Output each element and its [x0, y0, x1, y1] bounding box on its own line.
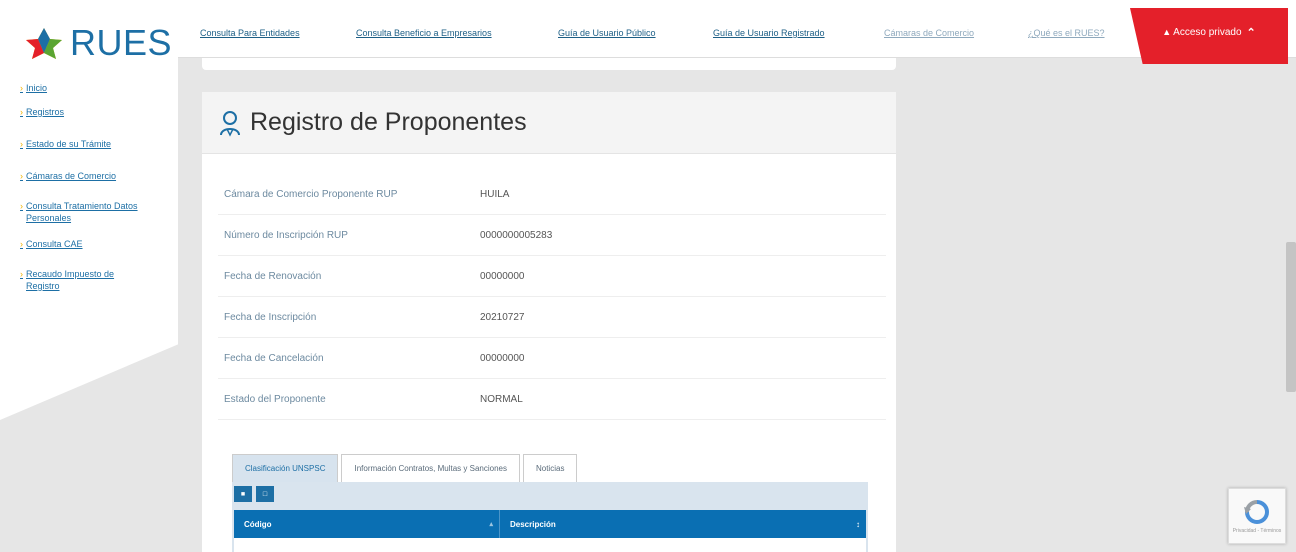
detail-row: Estado del Proponente NORMAL — [218, 379, 886, 420]
sidebar-item-inicio[interactable]: › Inicio — [20, 82, 170, 94]
chevron-right-icon: › — [20, 139, 23, 149]
sidebar-item-label: Registros — [26, 107, 65, 117]
row-value: 00000000 — [480, 352, 525, 364]
chevron-right-icon: › — [20, 171, 23, 181]
row-label: Fecha de Renovación — [224, 270, 322, 282]
private-access-button[interactable]: ▲ Acceso privado ⌃ — [1130, 8, 1288, 64]
column-label: Código — [244, 519, 272, 529]
chevron-up-icon: ⌃ — [1246, 26, 1256, 39]
grid-export-button[interactable]: □ — [256, 486, 274, 502]
sidebar-item-estado[interactable]: › Estado de su Trámite — [20, 138, 170, 150]
sidebar-item-cae[interactable]: › Consulta CAE — [20, 238, 170, 250]
row-value: 0000000005283 — [480, 229, 553, 241]
logo-text: RUES — [70, 22, 173, 63]
tab-panel: ■ □ Código ▴ Descripción ↕ — [232, 482, 868, 552]
sidebar-item-label: Recaudo Impuesto de Registro — [26, 269, 115, 291]
nav-que-es-rues[interactable]: ¿Qué es el RUES? — [1028, 28, 1105, 38]
sidebar-nav: › Inicio › Registros › Estado de su Trámite… — [20, 82, 170, 300]
sidebar-item-registros[interactable]: › Registros — [20, 106, 170, 118]
sidebar-item-label: Cámaras de Comercio — [26, 171, 117, 181]
page-scrollbar[interactable] — [1286, 242, 1296, 392]
row-value: 20210727 — [480, 311, 525, 323]
grid-header: Código ▴ Descripción ↕ — [234, 510, 866, 538]
tab-informacion-contratos[interactable]: Información Contratos, Multas y Sancione… — [341, 454, 520, 482]
table-row — [234, 538, 866, 552]
sidebar-item-camaras[interactable]: › Cámaras de Comercio — [20, 170, 170, 182]
nav-consulta-beneficio[interactable]: Consulta Beneficio a Empresarios — [356, 28, 492, 38]
detail-row: Número de Inscripción RUP 0000000005283 — [218, 215, 886, 256]
page-title: Registro de Proponentes — [250, 108, 527, 136]
column-header-codigo[interactable]: Código ▴ — [234, 510, 500, 538]
row-value: HUILA — [480, 188, 510, 200]
column-header-descripcion[interactable]: Descripción ↕ — [500, 510, 866, 538]
detail-row: Fecha de Renovación 00000000 — [218, 256, 886, 297]
row-value: NORMAL — [480, 393, 523, 405]
user-badge-icon — [220, 110, 240, 137]
rues-star-icon — [26, 28, 62, 59]
row-value: 00000000 — [480, 270, 525, 282]
nav-consulta-entidades[interactable]: Consulta Para Entidades — [200, 28, 300, 38]
filter-icon: ■ — [240, 490, 246, 498]
lock-icon: ▲ — [1162, 27, 1172, 37]
row-label: Número de Inscripción RUP — [224, 229, 348, 241]
row-label: Cámara de Comercio Proponente RUP — [224, 188, 398, 200]
sidebar-item-label: Estado de su Trámite — [26, 139, 112, 149]
detail-row: Fecha de Cancelación 00000000 — [218, 338, 886, 379]
column-label: Descripción — [510, 519, 556, 529]
detail-row: Cámara de Comercio Proponente RUP HUILA — [218, 174, 886, 215]
private-access-label: Acceso privado — [1173, 26, 1242, 38]
sidebar-item-tratamiento-datos[interactable]: › Consulta Tratamiento Datos Personales — [20, 200, 148, 224]
top-navigation: Consulta Para Entidades Consulta Benefic… — [178, 0, 1296, 64]
tab-noticias[interactable]: Noticias — [522, 454, 578, 482]
sort-icon: ↕ — [856, 519, 860, 529]
nav-guia-publico[interactable]: Guía de Usuario Público — [558, 28, 656, 38]
row-label: Estado del Proponente — [224, 393, 326, 405]
chevron-right-icon: › — [20, 239, 23, 249]
sidebar-item-label: Consulta CAE — [26, 239, 83, 249]
recaptcha-badge[interactable]: Privacidad - Términos — [1228, 488, 1286, 544]
sidebar-item-label: Inicio — [26, 83, 48, 93]
sidebar-item-recaudo[interactable]: › Recaudo Impuesto de Registro — [20, 268, 150, 292]
nav-camaras[interactable]: Cámaras de Comercio — [884, 28, 974, 38]
card-header: Registro de Proponentes — [202, 92, 896, 154]
tab-clasificacion-unspsc[interactable]: Clasificación UNSPSC — [232, 454, 339, 482]
logo[interactable]: RUES — [24, 22, 172, 64]
detail-row: Fecha de Inscripción 20210727 — [218, 297, 886, 338]
sidebar: RUES › Inicio › Registros › Estado de su Tr… — [0, 0, 178, 552]
sidebar-item-label: Consulta Tratamiento Datos Personales — [26, 201, 138, 223]
row-label: Fecha de Inscripción — [224, 311, 317, 323]
chevron-right-icon: › — [20, 107, 23, 117]
chevron-right-icon: › — [20, 201, 23, 211]
nav-guia-registrado[interactable]: Guía de Usuario Registrado — [713, 28, 825, 38]
recaptcha-icon — [1244, 499, 1269, 524]
export-icon: □ — [262, 490, 268, 498]
chevron-right-icon: › — [20, 269, 23, 279]
previous-card-bottom — [202, 58, 896, 70]
chevron-right-icon: › — [20, 83, 23, 93]
tab-bar: Clasificación UNSPSC Información Contrat… — [232, 454, 580, 482]
recaptcha-text: Privacidad - Términos — [1232, 527, 1282, 534]
sort-icon: ▴ — [489, 521, 493, 528]
detail-rows: Cámara de Comercio Proponente RUP HUILA N… — [218, 174, 886, 420]
row-label: Fecha de Cancelación — [224, 352, 324, 364]
proponentes-card: Registro de Proponentes Cámara de Comerc… — [202, 92, 896, 552]
grid-filter-button[interactable]: ■ — [234, 486, 252, 502]
